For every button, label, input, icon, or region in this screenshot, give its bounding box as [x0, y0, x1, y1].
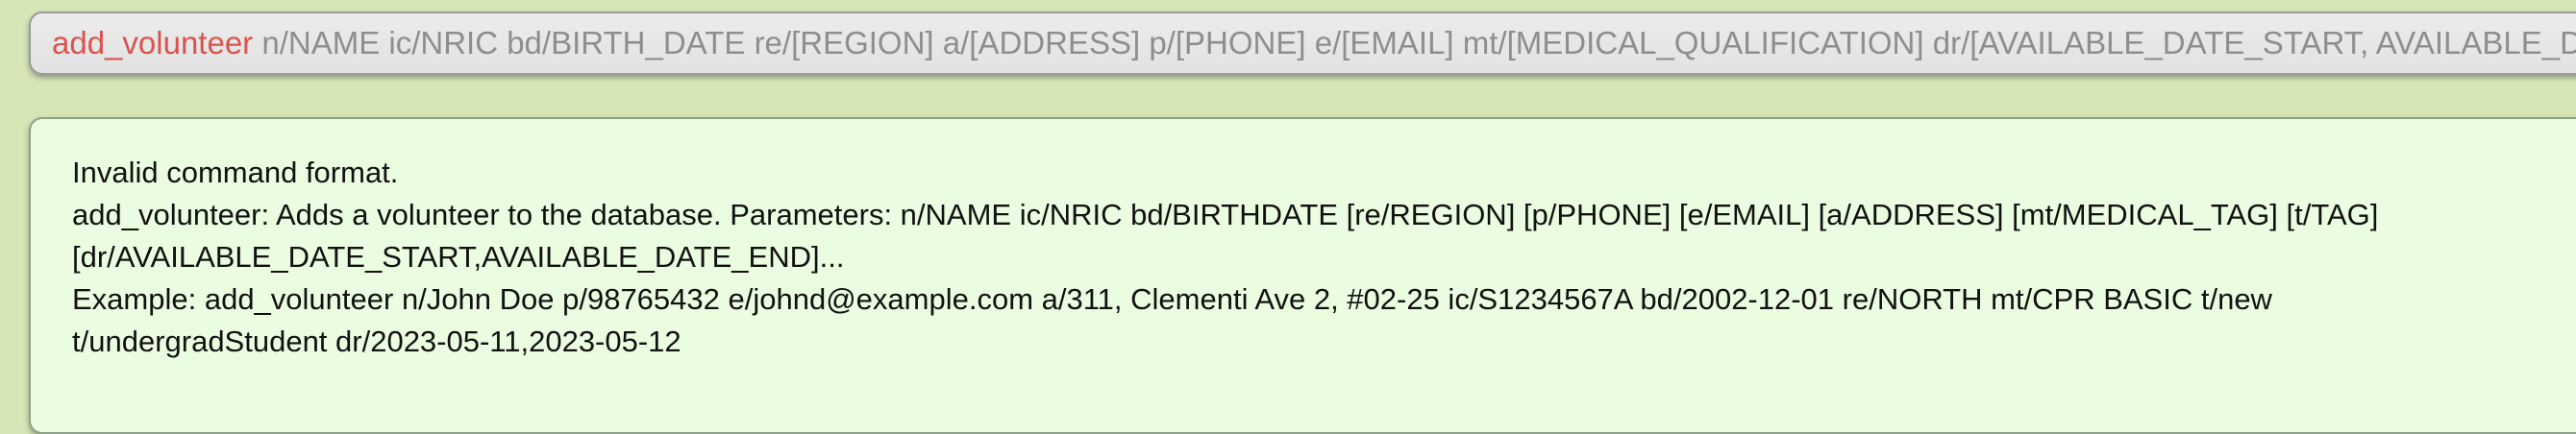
- result-error-line: Invalid command format.: [72, 156, 399, 189]
- command-word: add_volunteer: [52, 25, 254, 60]
- command-parameters-hint: n/NAME ic/NRIC bd/BIRTH_DATE re/[REGION]…: [253, 25, 2576, 60]
- command-input-text[interactable]: add_volunteer n/NAME ic/NRIC bd/BIRTH_DA…: [52, 13, 2576, 73]
- result-usage-line: add_volunteer: Adds a volunteer to the d…: [72, 198, 2379, 274]
- result-message: Invalid command format. add_volunteer: A…: [72, 152, 2514, 363]
- result-display-panel: Invalid command format. add_volunteer: A…: [29, 117, 2576, 434]
- command-input-box[interactable]: add_volunteer n/NAME ic/NRIC bd/BIRTH_DA…: [29, 12, 2576, 75]
- result-example-line: Example: add_volunteer n/John Doe p/9876…: [72, 282, 2272, 358]
